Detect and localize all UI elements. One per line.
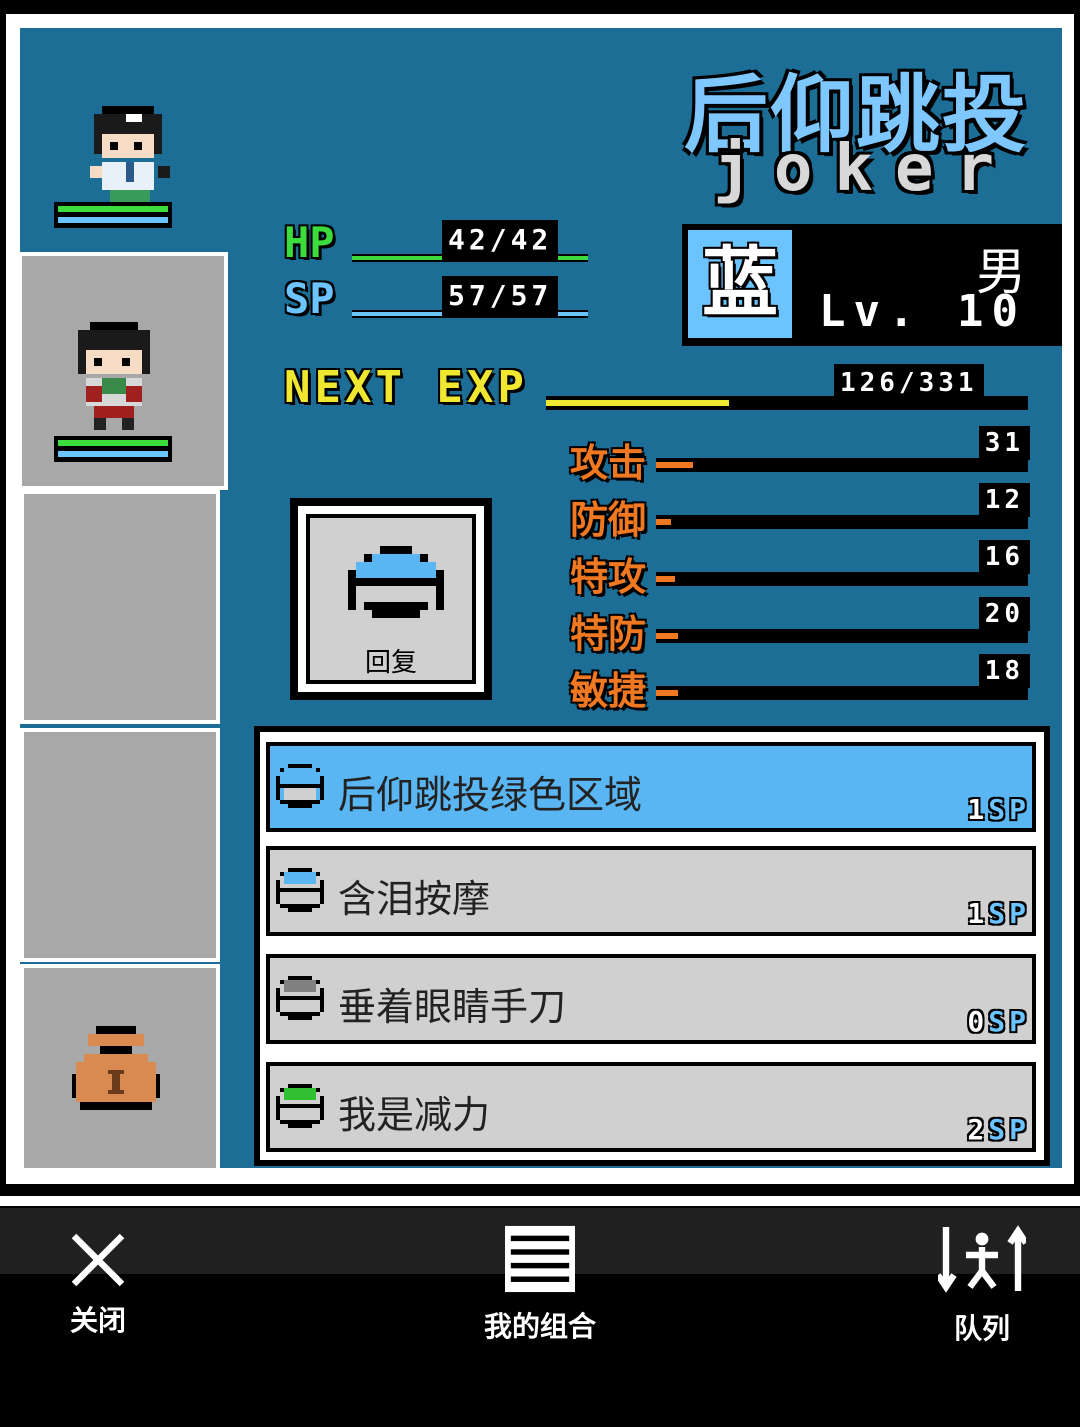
bottom-divider [0,1196,1080,1206]
close-button[interactable]: 关闭 [50,1232,146,1339]
element-level-panel: 蓝 男 Lv. 10 [682,224,1062,346]
character-sprite-2 [78,322,150,430]
attr-bar [656,458,1028,472]
attr-name: 攻击 [570,441,647,485]
item-label: 回复 [364,648,417,678]
item-card-core: 回复 [306,514,476,684]
hp-label: HP [284,218,335,267]
skill-cost: 0SP [967,1005,1030,1038]
attr-row-sp-attack: 特攻 16 [570,540,1030,599]
attr-value: 31 [978,426,1030,460]
attr-bar-fill [656,519,671,525]
skill-cost-unit: SP [988,1005,1030,1038]
level-value: 10 [957,286,1026,337]
skill-item[interactable]: 含泪按摩 1SP [266,846,1036,936]
queue-label: 队列 [953,1312,1010,1345]
exp-bar-fill [546,400,729,406]
skill-cost: 1SP [967,793,1030,826]
skill-capsule-icon [276,764,324,808]
attr-name: 敏捷 [570,669,647,713]
queue-button[interactable]: 队列 [930,1222,1034,1347]
party-slot-3[interactable] [20,490,220,724]
hp-value: 42/42 [442,220,559,260]
attr-name: 防御 [570,498,647,542]
attr-row-defense: 防御 12 [570,483,1030,542]
blue-capsule-icon [348,546,444,618]
attr-bar [656,572,1028,586]
attr-bar [656,515,1028,529]
skill-cost-value: 2 [967,1113,989,1146]
attr-bar-fill [656,462,693,468]
skill-item[interactable]: 我是减力 2SP [266,1062,1036,1152]
skill-item[interactable]: 后仰跳投绿色区域 1SP [266,742,1036,832]
attr-row-sp-defense: 特防 20 [570,597,1030,656]
money-bag-icon [72,1026,160,1110]
party-slot-1[interactable] [20,28,230,250]
skill-cost: 2SP [967,1113,1030,1146]
attr-name: 特攻 [570,555,647,599]
party-1-hp-sp-bars [54,202,172,228]
attr-value: 18 [978,654,1030,688]
party-2-hp-sp-bars [54,436,172,462]
skill-item[interactable]: 垂着眼睛手刀 0SP [266,954,1036,1044]
skill-name: 含泪按摩 [338,877,491,921]
skill-cost-unit: SP [988,793,1030,826]
attr-bar-fill [656,576,675,582]
list-icon [505,1225,575,1293]
skill-cost: 1SP [967,897,1030,930]
party-slot-bag[interactable] [20,964,220,1172]
character-sprite-1 [90,106,170,214]
attr-name: 特防 [570,612,647,656]
equipped-item-card[interactable]: 回复 [290,498,492,700]
player-name: joker [713,132,1016,206]
close-label: 关闭 [69,1304,126,1337]
exp-value: 126/331 [834,364,984,402]
sp-value: 57/57 [442,276,559,316]
attr-row-attack: 攻击 31 [570,426,1030,485]
skill-capsule-icon [276,868,324,912]
attr-value: 20 [978,597,1030,631]
item-card-inner: 回复 [298,506,484,692]
next-exp-label: NEXT EXP [284,362,528,413]
element-badge: 蓝 [688,230,792,338]
skill-cost-value: 1 [967,793,989,826]
attr-value: 16 [978,540,1030,574]
skill-name: 我是减力 [338,1093,491,1137]
close-icon [71,1233,125,1287]
level-label: Lv. [819,286,923,337]
my-combo-label: 我的组合 [483,1310,596,1343]
skill-cost-unit: SP [988,1113,1030,1146]
attr-bar [656,629,1028,643]
skill-name: 后仰跳投绿色区域 [338,773,643,817]
attr-bar-fill [656,690,678,696]
skill-cost-value: 1 [967,897,989,930]
skill-cost-value: 0 [967,1005,989,1038]
attr-bar-fill [656,633,678,639]
attr-value: 12 [978,483,1030,517]
skill-capsule-icon [276,976,324,1020]
party-slot-4[interactable] [20,728,220,962]
party-slot-2[interactable] [18,252,228,490]
sp-label: SP [284,274,335,323]
attr-row-agility: 敏捷 18 [570,654,1030,713]
skill-name: 垂着眼睛手刀 [338,985,567,1029]
attr-bar [656,686,1028,700]
my-combo-button[interactable]: 我的组合 [470,1224,610,1345]
level-display: Lv. 10 [819,286,1026,337]
skill-cost-unit: SP [988,897,1030,930]
skill-capsule-icon [276,1084,324,1128]
sort-order-icon [935,1225,1029,1293]
